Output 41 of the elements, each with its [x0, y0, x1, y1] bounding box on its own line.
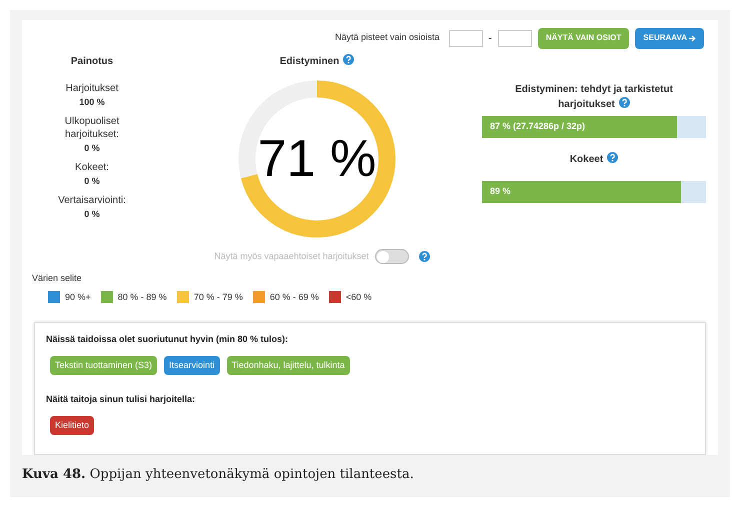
weighting-label: Kokeet: [75, 161, 109, 174]
help-icon[interactable] [343, 54, 354, 65]
weighting-value: 0 % [84, 175, 100, 188]
weighting-label: Vertaisarviointi: [58, 194, 126, 207]
legend-label: <60 % [346, 290, 372, 304]
toggle-label: Näytä myös vapaaehtoiset harjoitukset [214, 250, 369, 263]
help-icon[interactable] [618, 97, 630, 108]
show-sections-button[interactable]: NÄYTÄ VAIN OSIOT [538, 28, 630, 48]
bar-title: Kokeet [509, 152, 679, 167]
legend-label: 70 % - 79 % [194, 290, 243, 304]
filter-label: Näytä pisteet vain osioista [334, 31, 440, 44]
skills-heading: Näitä taitoja sinun tulisi harjoitella: [46, 393, 196, 406]
legend-label: 90 %+ [65, 290, 91, 304]
weighting-value: 0 % [84, 142, 100, 155]
arrow-right-icon [689, 34, 696, 42]
progress-reading: 87 % (27.74286p / 32p) [490, 120, 586, 134]
next-button[interactable]: SEURAAVA [635, 28, 704, 48]
from-field[interactable] [448, 30, 483, 46]
figure-caption: Kuva 48. Oppijan yhteenvetonäkymä opintojen tilanteesta. [22, 466, 415, 484]
toggle-switch[interactable] [374, 249, 409, 264]
legend-title: Värien selite [32, 272, 83, 285]
legend-label: 80 % - 89 % [118, 290, 167, 304]
range-separator: - [488, 32, 492, 46]
progress-title: Edistyminen [280, 54, 354, 69]
weighting-value: 100 % [79, 96, 105, 109]
skill-tag: Itsearviointi [164, 356, 220, 375]
bar-title: Edistyminen: tehdyt ja tarkistetut harjoitukset [514, 83, 674, 112]
legend-label: 60 % - 69 % [270, 290, 319, 304]
weighting-label: Harjoitukset [66, 82, 118, 95]
skill-tag: Tekstin tuottaminen (S3) [50, 356, 158, 375]
skills-heading: Näissä taidoissa olet suoriutunut hyvin (min 80 % tulos): [46, 333, 290, 346]
weighting-label: Ulkopuoliset harjoitukset: [64, 115, 120, 141]
progress-reading: 89 % [490, 185, 511, 198]
help-icon[interactable] [607, 152, 618, 163]
skill-tag: Tiedonhaku, lajittelu, tulkinta [226, 356, 350, 375]
skill-tag: Kielitieto [50, 416, 94, 435]
progress-value: 71 % [258, 133, 376, 185]
weighting-title: Painotus [70, 55, 114, 69]
to-field[interactable] [498, 30, 532, 46]
weighting-value: 0 % [84, 208, 100, 221]
help-icon[interactable] [418, 251, 430, 262]
